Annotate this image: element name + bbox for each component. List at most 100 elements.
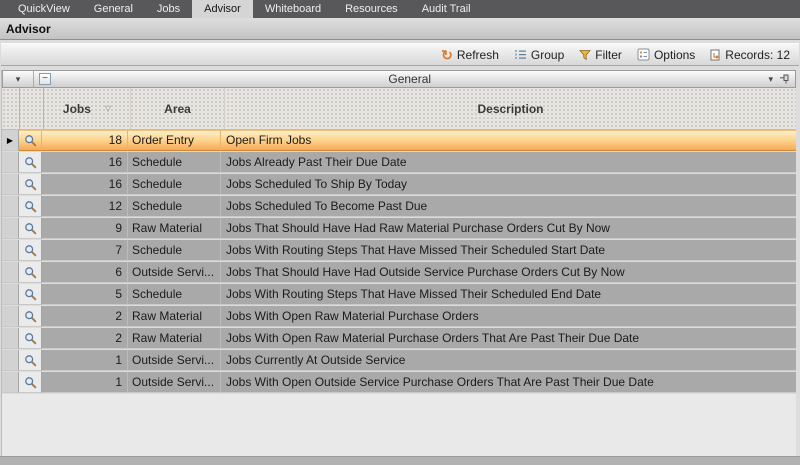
- table-row[interactable]: 12 Schedule Jobs Scheduled To Become Pas…: [2, 196, 796, 218]
- tab-resources[interactable]: Resources: [333, 0, 410, 18]
- magnifier-icon: [24, 178, 37, 191]
- options-button[interactable]: Options: [637, 48, 695, 62]
- cell-jobs: 5: [42, 284, 128, 305]
- column-header-row: Jobs ▽ Area Description: [2, 88, 796, 130]
- refresh-icon: ↻: [441, 49, 453, 61]
- magnifier-icon: [24, 332, 37, 345]
- cell-jobs: 16: [42, 152, 128, 173]
- cell-area: Outside Servi...: [128, 372, 221, 393]
- table-row[interactable]: 16 Schedule Jobs Already Past Their Due …: [2, 152, 796, 174]
- cell-jobs: 9: [42, 218, 128, 239]
- cell-area: Raw Material: [128, 328, 221, 349]
- band-dropdown-button[interactable]: ▾: [3, 71, 34, 87]
- tab-audit-trail[interactable]: Audit Trail: [410, 0, 483, 18]
- cell-area: Schedule: [128, 284, 221, 305]
- table-row[interactable]: 7 Schedule Jobs With Routing Steps That …: [2, 240, 796, 262]
- cell-description: Jobs With Open Outside Service Purchase …: [221, 372, 796, 393]
- toolbar: ↻ Refresh Group Filter Options: [1, 43, 799, 66]
- row-indicator-cell: [2, 174, 19, 195]
- grid-rows: ▶ 18 Order Entry Open Firm Jobs 16 Sched…: [2, 130, 796, 394]
- cell-area: Schedule: [128, 174, 221, 195]
- row-detail-button[interactable]: [19, 218, 42, 239]
- cell-jobs: 2: [42, 328, 128, 349]
- row-detail-button[interactable]: [19, 372, 42, 393]
- row-indicator-cell: [2, 328, 19, 349]
- cell-description: Jobs Scheduled To Become Past Due: [221, 196, 796, 217]
- magnifier-icon: [24, 222, 37, 235]
- cell-area: Outside Servi...: [128, 350, 221, 371]
- tab-advisor[interactable]: Advisor: [192, 0, 253, 18]
- row-detail-button[interactable]: [19, 350, 42, 371]
- advisor-grid: ▾ − General ▾ Jobs ▽ Area Description: [1, 70, 796, 456]
- tab-jobs[interactable]: Jobs: [145, 0, 192, 18]
- table-row[interactable]: 5 Schedule Jobs With Routing Steps That …: [2, 284, 796, 306]
- row-indicator-cell: [2, 350, 19, 371]
- column-header-jobs[interactable]: Jobs ▽: [44, 88, 131, 129]
- table-row[interactable]: 2 Raw Material Jobs With Open Raw Materi…: [2, 328, 796, 350]
- row-detail-button[interactable]: [19, 174, 42, 195]
- band-title: General: [51, 72, 768, 86]
- options-icon: [637, 48, 650, 61]
- row-detail-button[interactable]: [19, 152, 42, 173]
- row-indicator-cell: [2, 218, 19, 239]
- tab-general[interactable]: General: [82, 0, 145, 18]
- cell-area: Order Entry: [128, 130, 221, 151]
- row-indicator-icon: ▶: [7, 136, 13, 145]
- band-menu-chevron-icon[interactable]: ▾: [768, 75, 773, 84]
- group-button[interactable]: Group: [514, 48, 564, 62]
- cell-description: Jobs With Open Raw Material Purchase Ord…: [221, 306, 796, 327]
- collapse-band-button[interactable]: −: [39, 73, 51, 85]
- cell-jobs: 2: [42, 306, 128, 327]
- row-detail-button[interactable]: [19, 196, 42, 217]
- column-header-area[interactable]: Area: [131, 88, 225, 129]
- cell-description: Jobs With Open Raw Material Purchase Ord…: [221, 328, 796, 349]
- grid-empty-area: [2, 394, 796, 456]
- magnifier-icon: [24, 310, 37, 323]
- table-row[interactable]: 1 Outside Servi... Jobs Currently At Out…: [2, 350, 796, 372]
- records-button[interactable]: Records: 12: [710, 48, 790, 62]
- tab-whiteboard[interactable]: Whiteboard: [253, 0, 333, 18]
- cell-jobs: 6: [42, 262, 128, 283]
- chevron-down-icon: ▾: [16, 75, 21, 84]
- filter-button[interactable]: Filter: [579, 48, 622, 62]
- row-indicator-cell: [2, 196, 19, 217]
- cell-jobs: 7: [42, 240, 128, 261]
- row-indicator-cell: [2, 306, 19, 327]
- magnifier-icon: [24, 200, 37, 213]
- cell-jobs: 16: [42, 174, 128, 195]
- bottom-status-strip: [0, 456, 800, 465]
- row-detail-button[interactable]: [19, 306, 42, 327]
- row-detail-button[interactable]: [19, 262, 42, 283]
- pin-icon[interactable]: [779, 74, 790, 84]
- magnifier-icon: [24, 266, 37, 279]
- row-indicator-cell: ▶: [2, 130, 19, 151]
- group-icon: [514, 49, 527, 60]
- magnifier-icon: [24, 134, 37, 147]
- table-row[interactable]: 1 Outside Servi... Jobs With Open Outsid…: [2, 372, 796, 394]
- page-title: Advisor: [0, 18, 800, 40]
- cell-area: Raw Material: [128, 306, 221, 327]
- row-detail-button[interactable]: [19, 328, 42, 349]
- table-row[interactable]: 9 Raw Material Jobs That Should Have Had…: [2, 218, 796, 240]
- column-header-description[interactable]: Description: [225, 88, 796, 129]
- header-indicator-spacer: [2, 88, 20, 129]
- table-row[interactable]: 16 Schedule Jobs Scheduled To Ship By To…: [2, 174, 796, 196]
- header-magnifier-spacer: [20, 88, 44, 129]
- refresh-button[interactable]: ↻ Refresh: [441, 48, 499, 62]
- tab-quickview[interactable]: QuickView: [6, 0, 82, 18]
- cell-jobs: 12: [42, 196, 128, 217]
- cell-description: Open Firm Jobs: [221, 130, 796, 151]
- magnifier-icon: [24, 244, 37, 257]
- table-row[interactable]: 2 Raw Material Jobs With Open Raw Materi…: [2, 306, 796, 328]
- cell-area: Schedule: [128, 152, 221, 173]
- row-detail-button[interactable]: [19, 240, 42, 261]
- cell-jobs: 1: [42, 372, 128, 393]
- records-icon: [710, 49, 721, 61]
- row-detail-button[interactable]: [19, 130, 42, 151]
- row-detail-button[interactable]: [19, 284, 42, 305]
- sort-descending-icon: ▽: [105, 104, 111, 113]
- cell-description: Jobs With Routing Steps That Have Missed…: [221, 284, 796, 305]
- table-row[interactable]: 6 Outside Servi... Jobs That Should Have…: [2, 262, 796, 284]
- cell-area: Outside Servi...: [128, 262, 221, 283]
- table-row[interactable]: ▶ 18 Order Entry Open Firm Jobs: [2, 130, 796, 152]
